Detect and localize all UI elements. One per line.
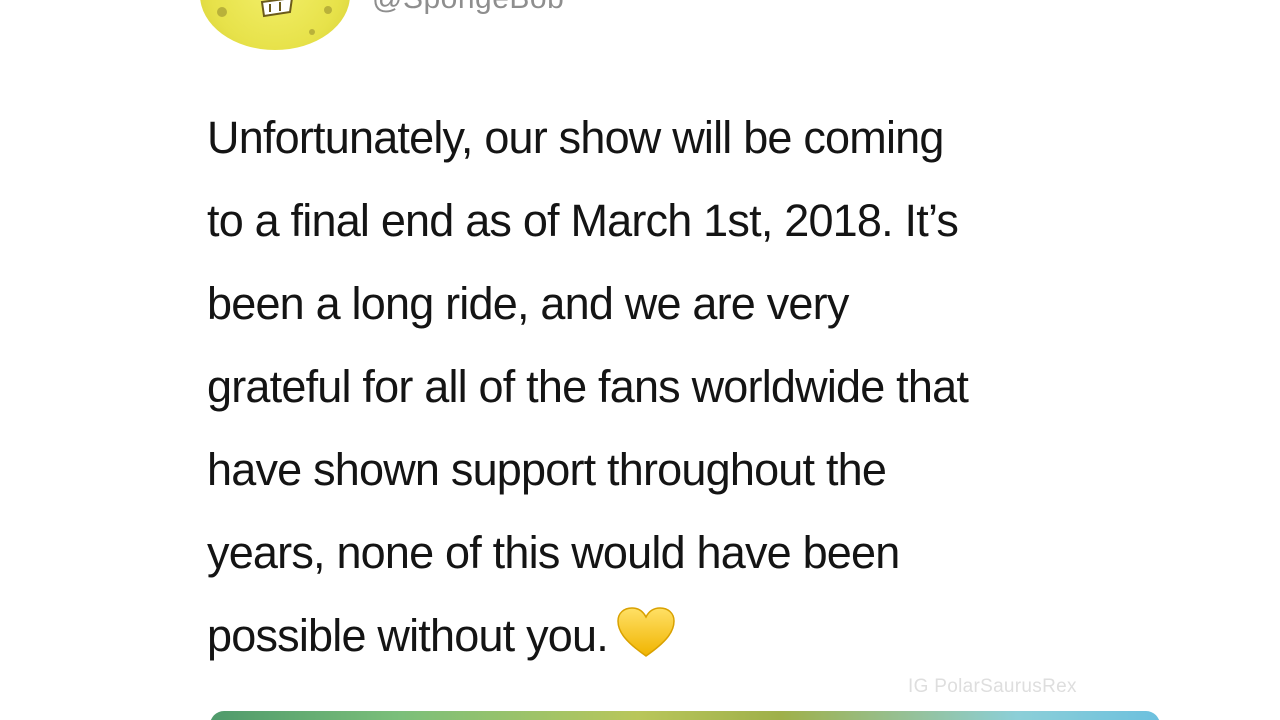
- tweet-text-last-line: possible without you.: [207, 594, 1207, 677]
- tweet-text-line: been a long ride, and we are very: [207, 278, 849, 329]
- spongebob-avatar-icon: [217, 0, 332, 35]
- tweet-text-line: grateful for all of the fans worldwide t…: [207, 361, 969, 412]
- tweet-card: @SpongeBob Unfortunately, our show will …: [0, 0, 1280, 720]
- tweet-text-line: have shown support throughout the: [207, 444, 887, 495]
- tweet-text: Unfortunately, our show will be coming t…: [207, 96, 1207, 677]
- watermark: IG PolarSaurusRex: [908, 676, 1077, 697]
- tweet-text-line: possible without you.: [207, 610, 609, 661]
- tweet-text-line: to a final end as of March 1st, 2018. It…: [207, 195, 959, 246]
- tweet-text-line: years, none of this would have been: [207, 527, 900, 578]
- avatar[interactable]: [200, 0, 350, 50]
- attached-media-preview[interactable]: [210, 711, 1160, 720]
- user-handle[interactable]: @SpongeBob: [372, 0, 564, 16]
- tweet-text-line: Unfortunately, our show will be coming: [207, 112, 944, 163]
- yellow-heart-icon: [617, 607, 675, 658]
